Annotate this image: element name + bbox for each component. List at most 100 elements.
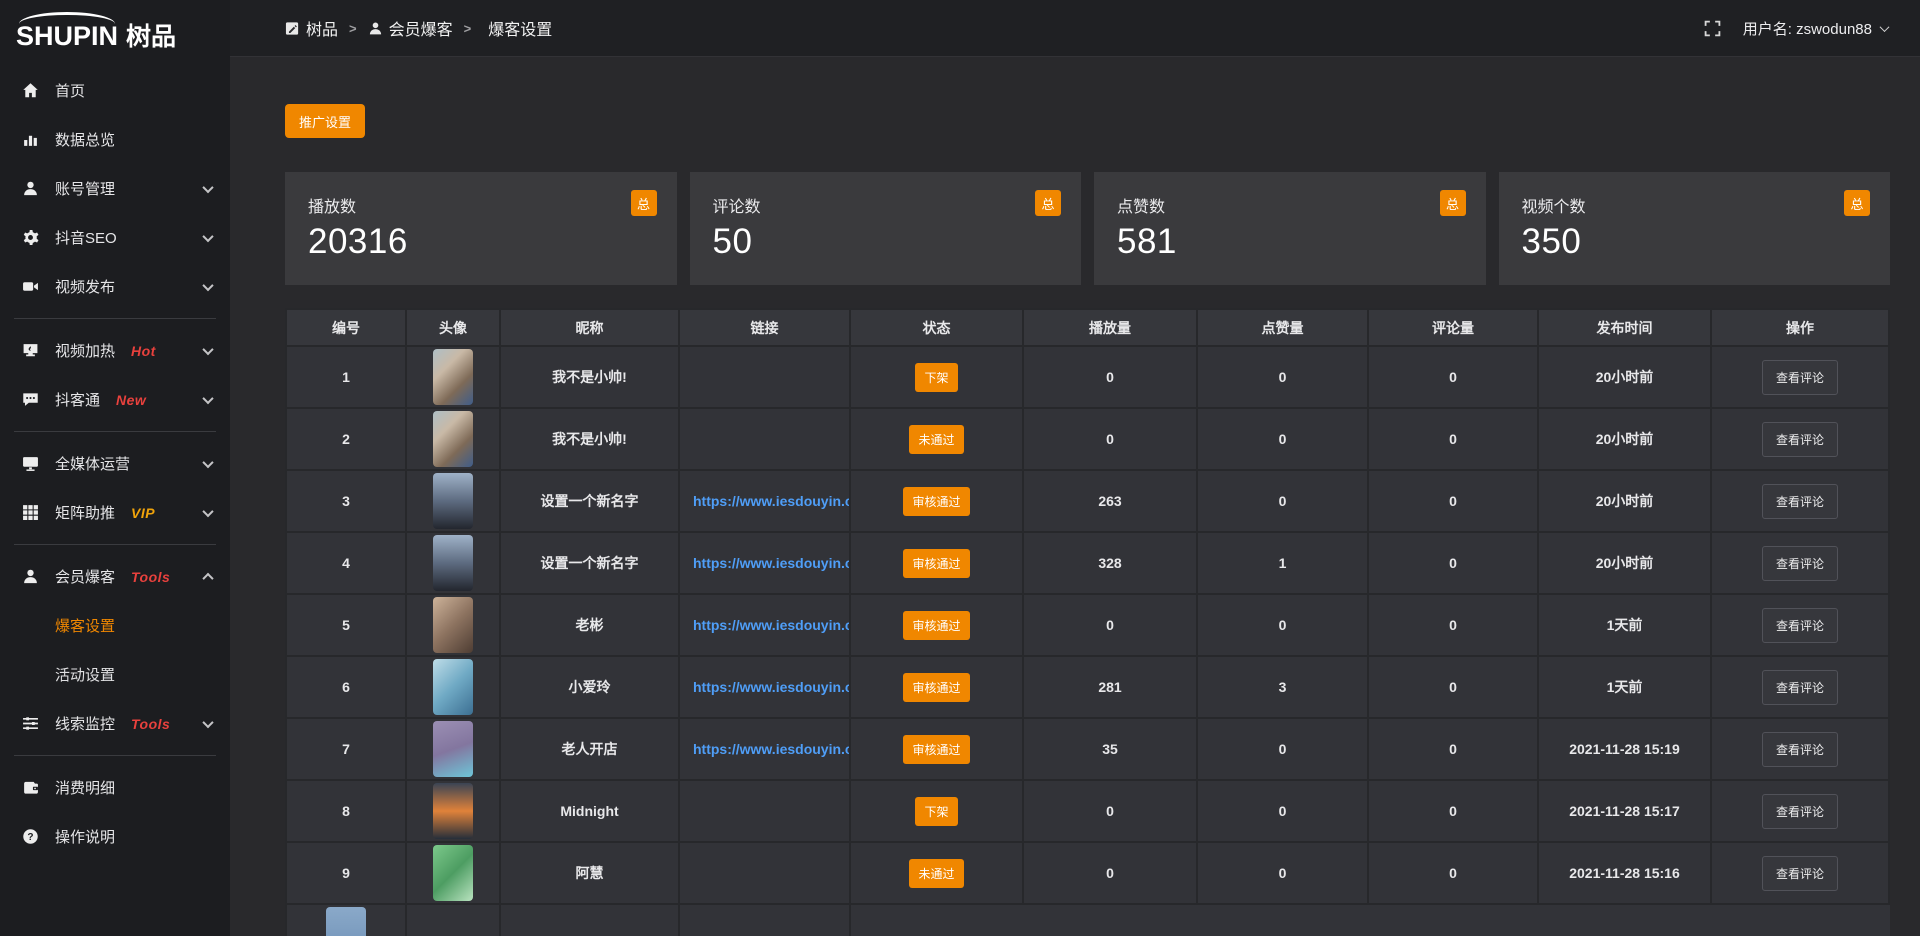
row-likes: 0: [1197, 470, 1368, 532]
video-link[interactable]: https://www.iesdouyin.c: [680, 493, 849, 509]
stat-cards: 播放数 总 20316 评论数 总 50 点赞数 总 581 视频个数 总 35…: [285, 172, 1890, 285]
promo-settings-button[interactable]: 推广设置: [285, 104, 365, 138]
status-badge[interactable]: 下架: [915, 363, 957, 392]
sidebar-item-consumption-details[interactable]: 消费明细: [0, 763, 230, 812]
status-badge[interactable]: 未通过: [909, 859, 963, 888]
row-comments: 0: [1368, 656, 1538, 718]
table-row: 4 设置一个新名字 https://www.iesdouyin.c 审核通过 3…: [286, 532, 1889, 594]
row-comments: 0: [1368, 470, 1538, 532]
sliders-icon: [22, 715, 40, 733]
stat-label: 点赞数: [1117, 193, 1466, 217]
breadcrumb-item-member-baoke[interactable]: 会员爆客: [368, 16, 453, 40]
view-comments-button[interactable]: 查看评论: [1762, 608, 1838, 643]
status-badge[interactable]: 下架: [915, 797, 957, 826]
monitor-icon: [22, 455, 40, 473]
view-comments-button[interactable]: 查看评论: [1762, 794, 1838, 829]
row-avatar-cell: [286, 904, 406, 936]
breadcrumb-item-baoke-settings[interactable]: 爆客设置: [488, 16, 552, 40]
sidebar-item-member-baoke[interactable]: 会员爆客 Tools: [0, 552, 230, 601]
sidebar-item-douketong[interactable]: 抖客通 New: [0, 375, 230, 424]
chevron-down-icon: [202, 506, 213, 517]
video-link[interactable]: https://www.iesdouyin.c: [680, 679, 849, 695]
avatar: [326, 907, 366, 936]
sidebar-divider: [14, 318, 216, 319]
view-comments-button[interactable]: 查看评论: [1762, 360, 1838, 395]
video-link[interactable]: https://www.iesdouyin.c: [680, 741, 849, 757]
row-likes: 0: [1197, 346, 1368, 408]
user-menu[interactable]: 用户名: zswodun88: [1743, 18, 1888, 39]
column-header: 发布时间: [1538, 309, 1711, 346]
username-label: 用户名: zswodun88: [1743, 18, 1872, 39]
status-badge[interactable]: 未通过: [909, 425, 963, 454]
view-comments-button[interactable]: 查看评论: [1762, 856, 1838, 891]
row-avatar-cell: [406, 780, 500, 842]
video-table: 编号头像昵称链接状态播放量点赞量评论量发布时间操作 1 我不是小帅! 下架 0 …: [285, 308, 1890, 936]
row-id: 4: [286, 532, 406, 594]
column-header: 编号: [286, 309, 406, 346]
chevron-down-icon: [1880, 22, 1890, 32]
gear-icon: [22, 229, 40, 247]
sidebar-item-operation-guide[interactable]: ? 操作说明: [0, 812, 230, 861]
question-icon: ?: [22, 828, 40, 846]
row-avatar-cell: [406, 656, 500, 718]
row-plays: 0: [1023, 594, 1197, 656]
row-plays: 0: [1023, 842, 1197, 904]
row-published: 20小时前: [1538, 346, 1711, 408]
row-plays: 328: [1023, 532, 1197, 594]
sidebar-item-matrix-boost[interactable]: 矩阵助推 VIP: [0, 488, 230, 537]
row-avatar-cell: [406, 594, 500, 656]
row-comments: 0: [1368, 594, 1538, 656]
sidebar-item-douyin-seo[interactable]: 抖音SEO: [0, 213, 230, 262]
sidebar-item-data-overview[interactable]: 数据总览: [0, 115, 230, 164]
sidebar-item-clue-monitor[interactable]: 线索监控 Tools: [0, 699, 230, 748]
status-badge[interactable]: 审核通过: [903, 673, 969, 702]
row-plays: 0: [1023, 346, 1197, 408]
wallet-icon: [22, 779, 40, 797]
sidebar-subitem-activity-settings[interactable]: 活动设置: [0, 650, 230, 699]
sidebar-item-media-operation[interactable]: 全媒体运营: [0, 439, 230, 488]
sidebar-item-video-heat[interactable]: 视频加热 Hot: [0, 326, 230, 375]
status-badge[interactable]: 审核通过: [903, 487, 969, 516]
breadcrumb-item-shupin[interactable]: 树品: [285, 16, 338, 40]
column-header: 操作: [1711, 309, 1889, 346]
row-nickname: 老人开店: [500, 718, 679, 780]
user-icon: [22, 180, 40, 198]
row-published: 2021-11-28 15:19: [1538, 718, 1711, 780]
view-comments-button[interactable]: 查看评论: [1762, 732, 1838, 767]
row-nickname: 阿慧: [500, 842, 679, 904]
sidebar: SHUPIN 树品 首页 数据总览 账号管理 抖音SEO 视频发布 视频加热 H…: [0, 0, 230, 936]
sidebar-item-video-publish[interactable]: 视频发布: [0, 262, 230, 311]
stat-card: 播放数 总 20316: [285, 172, 677, 285]
sidebar-subitem-baoke-settings[interactable]: 爆客设置: [0, 601, 230, 650]
breadcrumb-separator: >: [349, 21, 357, 36]
status-badge[interactable]: 审核通过: [903, 735, 969, 764]
table-header: 编号头像昵称链接状态播放量点赞量评论量发布时间操作: [286, 309, 1889, 346]
view-comments-button[interactable]: 查看评论: [1762, 422, 1838, 457]
stat-value: 350: [1522, 222, 1871, 262]
stat-card: 评论数 总 50: [690, 172, 1082, 285]
brand-logo[interactable]: SHUPIN 树品: [0, 0, 230, 56]
row-avatar-cell: [406, 532, 500, 594]
stat-value: 581: [1117, 222, 1466, 262]
row-avatar-cell: [406, 718, 500, 780]
chat-icon: [22, 391, 40, 409]
video-link[interactable]: https://www.iesdouyin.c: [680, 555, 849, 571]
view-comments-button[interactable]: 查看评论: [1762, 670, 1838, 705]
sidebar-item-home[interactable]: 首页: [0, 66, 230, 115]
status-badge[interactable]: 审核通过: [903, 611, 969, 640]
home-icon: [22, 82, 40, 100]
avatar: [433, 783, 473, 839]
row-likes: 0: [1197, 408, 1368, 470]
row-nickname: 小爱玲: [500, 656, 679, 718]
table-row: 9 阿慧 未通过 0 0 0 2021-11-28 15:16 查看评论: [286, 842, 1889, 904]
view-comments-button[interactable]: 查看评论: [1762, 484, 1838, 519]
row-likes: 0: [1197, 842, 1368, 904]
status-badge[interactable]: 审核通过: [903, 549, 969, 578]
sidebar-item-account-management[interactable]: 账号管理: [0, 164, 230, 213]
table-body: 1 我不是小帅! 下架 0 0 0 20小时前 查看评论 2 我不是小帅! 未通…: [286, 346, 1889, 936]
topbar-right: 用户名: zswodun88: [1704, 18, 1888, 39]
video-link[interactable]: https://www.iesdouyin.c: [680, 617, 849, 633]
fullscreen-icon[interactable]: [1704, 20, 1721, 37]
user-icon: [368, 21, 383, 36]
view-comments-button[interactable]: 查看评论: [1762, 546, 1838, 581]
